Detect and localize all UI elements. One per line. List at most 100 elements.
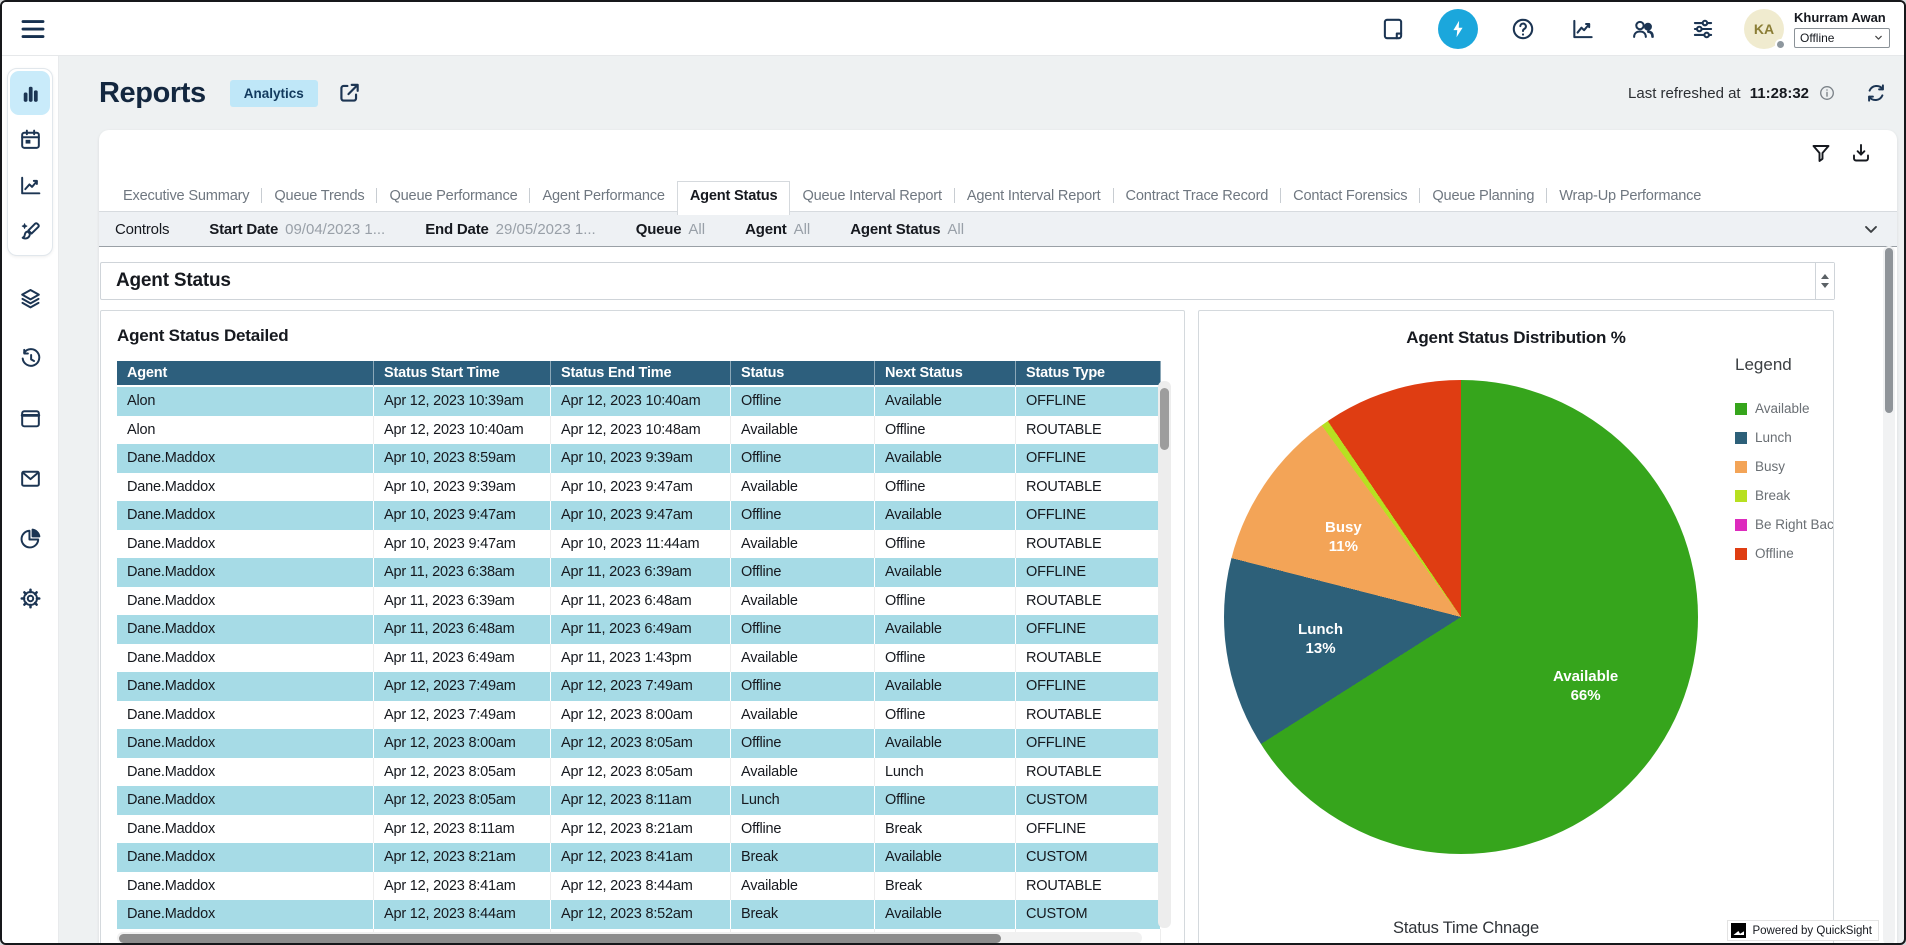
external-link-icon[interactable] — [336, 80, 362, 106]
table-row[interactable]: Dane.MaddoxApr 12, 2023 7:49amApr 12, 20… — [117, 672, 1161, 701]
tab-queue-planning[interactable]: Queue Planning — [1420, 182, 1546, 211]
column-header[interactable]: Next Status — [875, 361, 1016, 387]
table-cell: Offline — [731, 558, 875, 587]
chevron-down-icon[interactable] — [1861, 219, 1881, 239]
table-row[interactable]: Dane.MaddoxApr 10, 2023 9:39amApr 10, 20… — [117, 473, 1161, 502]
sidebar-item-layers-icon[interactable] — [10, 280, 50, 316]
sidebar-item-history-icon[interactable] — [10, 340, 50, 376]
table-row[interactable]: Dane.MaddoxApr 10, 2023 9:47amApr 10, 20… — [117, 501, 1161, 530]
table-row[interactable]: Dane.MaddoxApr 11, 2023 6:38amApr 11, 20… — [117, 558, 1161, 587]
table-horizontal-scrollbar[interactable] — [117, 932, 1142, 944]
sidebar-item-brush-icon[interactable] — [10, 209, 50, 253]
tab-contract-trace-record[interactable]: Contract Trace Record — [1114, 182, 1281, 211]
scrollbar-thumb[interactable] — [119, 934, 1001, 943]
filter-agent-status[interactable]: Agent StatusAll — [850, 221, 964, 238]
sidebar-item-pie-chart-icon[interactable] — [10, 520, 50, 556]
table-cell: Offline — [731, 729, 875, 758]
legend-item-lunch[interactable]: Lunch — [1735, 430, 1834, 445]
legend-item-be-right-back[interactable]: Be Right Back — [1735, 517, 1834, 532]
scrollbar-thumb[interactable] — [1160, 388, 1169, 450]
table-cell: Available — [875, 615, 1016, 644]
table-row[interactable]: Dane.MaddoxApr 12, 2023 7:49amApr 12, 20… — [117, 701, 1161, 730]
legend-item-available[interactable]: Available — [1735, 401, 1834, 416]
legend-item-offline[interactable]: Offline — [1735, 546, 1834, 561]
users-icon[interactable] — [1628, 14, 1658, 44]
legend-swatch — [1735, 490, 1747, 502]
tab-queue-trends[interactable]: Queue Trends — [262, 182, 376, 211]
legend-item-break[interactable]: Break — [1735, 488, 1834, 503]
table-cell: Apr 12, 2023 7:49am — [374, 672, 551, 701]
tab-queue-performance[interactable]: Queue Performance — [377, 182, 529, 211]
tab-queue-interval-report[interactable]: Queue Interval Report — [790, 182, 953, 211]
table-row[interactable]: Dane.MaddoxApr 12, 2023 8:11amApr 12, 20… — [117, 815, 1161, 844]
avatar[interactable]: KA — [1744, 9, 1784, 49]
filter-queue[interactable]: QueueAll — [636, 221, 705, 238]
table-cell: ROUTABLE — [1016, 758, 1161, 787]
metrics-icon[interactable] — [1568, 14, 1598, 44]
export-icon[interactable] — [1849, 141, 1873, 165]
table-row[interactable]: Dane.MaddoxApr 12, 2023 8:05amApr 12, 20… — [117, 758, 1161, 787]
table-cell: Apr 12, 2023 8:41am — [374, 872, 551, 901]
tab-wrap-up-performance[interactable]: Wrap-Up Performance — [1547, 182, 1713, 211]
table-row[interactable]: Dane.MaddoxApr 12, 2023 8:21amApr 12, 20… — [117, 843, 1161, 872]
section-spinner[interactable] — [1815, 263, 1834, 299]
table-cell: Apr 10, 2023 9:47am — [551, 501, 731, 530]
legend-item-busy[interactable]: Busy — [1735, 459, 1834, 474]
status-select[interactable]: Offline — [1794, 28, 1890, 48]
filter-icon[interactable] — [1809, 141, 1833, 165]
table-row[interactable]: Dane.MaddoxApr 12, 2023 8:05amApr 12, 20… — [117, 786, 1161, 815]
notepad-icon[interactable] — [1378, 14, 1408, 44]
table-cell: Apr 12, 2023 7:49am — [374, 701, 551, 730]
sidebar-item-bar-chart-icon[interactable] — [10, 71, 50, 115]
table-row[interactable]: Dane.MaddoxApr 12, 2023 8:41amApr 12, 20… — [117, 872, 1161, 901]
refresh-icon[interactable] — [1864, 81, 1888, 105]
table-row[interactable]: Dane.MaddoxApr 11, 2023 6:39amApr 11, 20… — [117, 587, 1161, 616]
table-row[interactable]: Dane.MaddoxApr 12, 2023 8:00amApr 12, 20… — [117, 729, 1161, 758]
tab-agent-interval-report[interactable]: Agent Interval Report — [955, 182, 1113, 211]
flash-icon[interactable] — [1438, 9, 1478, 49]
filter-start-date[interactable]: Start Date09/04/2023 1... — [209, 221, 385, 238]
table-cell: Apr 12, 2023 8:05am — [551, 729, 731, 758]
table-row[interactable]: Dane.MaddoxApr 12, 2023 8:44amApr 12, 20… — [117, 900, 1161, 929]
legend-label: Be Right Back — [1755, 517, 1834, 532]
table-cell: Break — [731, 900, 875, 929]
table-row[interactable]: Dane.MaddoxApr 11, 2023 6:48amApr 11, 20… — [117, 615, 1161, 644]
sidebar-item-envelope-icon[interactable] — [10, 460, 50, 496]
quicksight-logo-icon — [1731, 923, 1746, 938]
table-cell: Apr 12, 2023 8:21am — [374, 843, 551, 872]
column-header[interactable]: Agent — [117, 361, 374, 387]
tab-contact-forensics[interactable]: Contact Forensics — [1281, 182, 1419, 211]
chart-legend: Legend AvailableLunchBusyBreakBe Right B… — [1735, 355, 1834, 575]
column-header[interactable]: Status Start Time — [374, 361, 551, 387]
sidebar-item-gear-icon[interactable] — [10, 580, 50, 616]
sidebar-item-line-chart-icon[interactable] — [10, 163, 50, 207]
table-cell: Apr 11, 2023 1:43pm — [551, 644, 731, 673]
dashboard-vertical-scrollbar[interactable] — [1883, 246, 1895, 945]
table-row[interactable]: Dane.MaddoxApr 10, 2023 8:59amApr 10, 20… — [117, 444, 1161, 473]
table-row[interactable]: AlonApr 12, 2023 10:40amApr 12, 2023 10:… — [117, 416, 1161, 445]
table-row[interactable]: Dane.MaddoxApr 10, 2023 9:47amApr 10, 20… — [117, 530, 1161, 559]
filter-agent[interactable]: AgentAll — [745, 221, 810, 238]
status-select-value: Offline — [1800, 31, 1834, 45]
scrollbar-thumb[interactable] — [1885, 248, 1893, 413]
column-header[interactable]: Status Type — [1016, 361, 1161, 387]
pie-chart[interactable]: Available66%Lunch13%Busy11% — [1224, 380, 1698, 854]
table-row[interactable]: Dane.MaddoxApr 11, 2023 6:49amApr 11, 20… — [117, 644, 1161, 673]
table-row[interactable]: AlonApr 12, 2023 10:39amApr 12, 2023 10:… — [117, 387, 1161, 416]
menu-icon[interactable] — [18, 14, 48, 44]
table-cell: Apr 12, 2023 8:05am — [551, 758, 731, 787]
help-icon[interactable] — [1508, 14, 1538, 44]
filter-end-date[interactable]: End Date29/05/2023 1... — [425, 221, 596, 238]
table-panel-title: Agent Status Detailed — [117, 326, 1168, 346]
column-header[interactable]: Status — [731, 361, 875, 387]
tab-agent-status[interactable]: Agent Status — [677, 181, 791, 215]
sidebar-item-calendar-icon[interactable] — [10, 117, 50, 161]
sliders-icon[interactable] — [1688, 14, 1718, 44]
legend-swatch — [1735, 519, 1747, 531]
tab-agent-performance[interactable]: Agent Performance — [530, 182, 676, 211]
column-header[interactable]: Status End Time — [551, 361, 731, 387]
table-cell: Apr 12, 2023 8:44am — [374, 900, 551, 929]
table-vertical-scrollbar[interactable] — [1158, 381, 1171, 928]
sidebar-item-window-icon[interactable] — [10, 400, 50, 436]
tab-executive-summary[interactable]: Executive Summary — [111, 182, 261, 211]
